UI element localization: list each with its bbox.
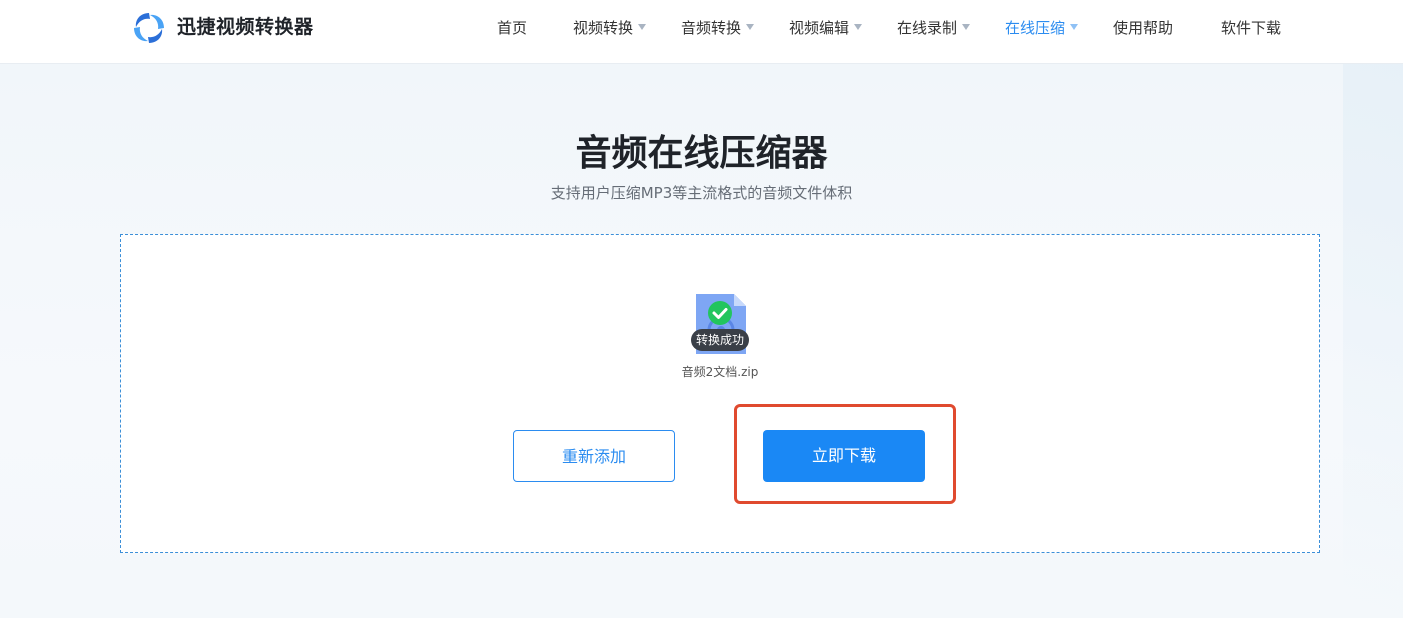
highlight-box xyxy=(734,404,956,504)
page-subtitle: 支持用户压缩MP3等主流格式的音频文件体积 xyxy=(550,184,853,202)
nav-item-label: 软件下载 xyxy=(1221,19,1282,37)
nav-item-label: 音频转换 xyxy=(681,19,742,37)
caret-down-icon xyxy=(1070,23,1079,30)
page-title: 音频在线压缩器 xyxy=(575,133,828,174)
nav-item-label: 视频编辑 xyxy=(789,19,850,37)
nav-item-video-convert[interactable]: 视频转换 xyxy=(573,17,647,39)
file-name: 音频2文档.zip xyxy=(681,365,759,379)
caret-down-icon xyxy=(746,23,755,30)
nav-item-label: 在线压缩 xyxy=(1005,19,1066,37)
upload-dropzone[interactable]: 转换成功 音频2文档.zip 重新添加 立即下载 xyxy=(120,234,1320,553)
readd-button[interactable]: 重新添加 xyxy=(513,430,675,482)
nav-item-software-download[interactable]: 软件下载 xyxy=(1221,17,1281,39)
nav-item-audio-convert[interactable]: 音频转换 xyxy=(681,17,755,39)
check-circle-icon xyxy=(708,301,732,325)
nav-item-label: 使用帮助 xyxy=(1113,19,1174,37)
caret-down-icon xyxy=(962,23,971,30)
nav-item-label: 在线录制 xyxy=(897,19,958,37)
nav-item-label: 视频转换 xyxy=(573,19,634,37)
swirl-logo-icon[interactable] xyxy=(131,10,167,46)
nav-item-online-compress[interactable]: 在线压缩 xyxy=(1005,17,1079,39)
nav-item-help[interactable]: 使用帮助 xyxy=(1113,17,1173,39)
nav-item-label: 首页 xyxy=(497,19,528,37)
caret-down-icon xyxy=(854,23,863,30)
brand-name[interactable]: 迅捷视频转换器 xyxy=(177,14,314,40)
nav-item-home[interactable]: 首页 xyxy=(497,17,527,39)
caret-down-icon xyxy=(638,23,647,30)
nav-item-video-edit[interactable]: 视频编辑 xyxy=(789,17,863,39)
nav-item-online-record[interactable]: 在线录制 xyxy=(897,17,971,39)
top-navbar: 迅捷视频转换器 首页 视频转换 音频转换 视频编辑 在线录制 在线压缩 使用帮助… xyxy=(0,0,1403,64)
status-badge: 转换成功 xyxy=(691,329,749,351)
